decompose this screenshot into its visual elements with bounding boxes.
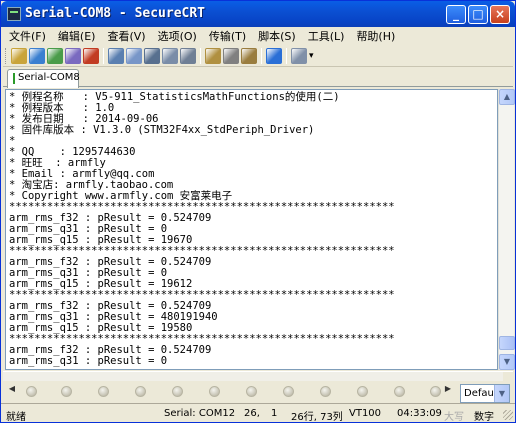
global-options-icon[interactable]: [223, 48, 239, 64]
button-bar: ◀ ▶ Defau ▼: [3, 371, 513, 403]
print-setup-icon-glyph: [162, 48, 178, 64]
tab-serial-com8[interactable]: Serial-COM8: [7, 69, 80, 88]
copy-icon-glyph: [108, 48, 124, 64]
find-icon-glyph: [144, 48, 160, 64]
resize-grip[interactable]: [503, 410, 513, 420]
reconnect-icon-glyph: [65, 48, 81, 64]
connect-tab-icon-glyph: [47, 48, 63, 64]
sftp-icon[interactable]: [291, 48, 307, 64]
status-num: 数字: [474, 412, 494, 423]
menu-help[interactable]: 帮助(H): [350, 28, 401, 45]
find-icon[interactable]: [144, 48, 160, 64]
vertical-scrollbar[interactable]: ▲ ▼: [498, 89, 515, 370]
button-bar-slot[interactable]: [246, 386, 257, 397]
horizontal-scrollbar[interactable]: [3, 372, 503, 381]
status-ready: 就绪: [6, 412, 26, 423]
session-button-select[interactable]: Defau ▼: [460, 384, 510, 403]
toolbar: ▾: [3, 45, 513, 67]
toolbar-separator: [286, 48, 287, 64]
global-options-icon-glyph: [223, 48, 239, 64]
scroll-up-icon[interactable]: ▲: [499, 89, 515, 105]
menu-file[interactable]: 文件(F): [3, 28, 52, 45]
disconnect-icon[interactable]: [83, 48, 99, 64]
status-col: 1: [271, 408, 278, 419]
button-bar-left-icon[interactable]: ◀: [5, 383, 19, 395]
button-bar-slot[interactable]: [357, 386, 368, 397]
more-icon-glyph: ▾: [309, 51, 314, 61]
menu-bar: 文件(F) 编辑(E) 查看(V) 选项(O) 传输(T) 脚本(S) 工具(L…: [3, 28, 513, 45]
menu-script[interactable]: 脚本(S): [252, 28, 302, 45]
securecrt-window: Serial-COM8 - SecureCRT _ □ × 文件(F) 编辑(E…: [0, 0, 516, 423]
help-icon-glyph: [266, 48, 282, 64]
status-rows-cols: 26行, 73列: [291, 412, 343, 423]
session-select-value: Defau: [464, 388, 494, 399]
scroll-thumb[interactable]: [499, 336, 515, 350]
status-emulation: VT100: [349, 408, 382, 419]
session-options-icon[interactable]: [205, 48, 221, 64]
button-bar-slot[interactable]: [135, 386, 146, 397]
window-title: Serial-COM8 - SecureCRT: [25, 6, 206, 21]
print-setup-icon[interactable]: [162, 48, 178, 64]
toolbar-separator: [261, 48, 262, 64]
connect-tab-icon[interactable]: [47, 48, 63, 64]
menu-options[interactable]: 选项(O): [152, 28, 203, 45]
tab-label: Serial-COM8: [18, 72, 80, 83]
terminal-output[interactable]: * 例程名称 : V5-911_StatisticsMathFunctions的…: [5, 89, 498, 370]
quick-connect-icon-glyph: [29, 48, 45, 64]
terminal-line: arm_rms_q31 : pResult = 0: [9, 355, 168, 367]
button-bar-right-icon[interactable]: ▶: [441, 383, 455, 395]
button-bar-slot[interactable]: [394, 386, 405, 397]
title-bar[interactable]: Serial-COM8 - SecureCRT _ □ ×: [1, 1, 515, 27]
more-icon[interactable]: ▾: [309, 48, 325, 64]
button-bar-slot[interactable]: [61, 386, 72, 397]
button-bar-slot[interactable]: [283, 386, 294, 397]
scroll-down-icon[interactable]: ▼: [499, 354, 515, 370]
toolbar-grip[interactable]: [5, 48, 8, 64]
disconnect-icon-glyph: [83, 48, 99, 64]
status-row: 26,: [244, 408, 260, 419]
key-map-icon-glyph: [241, 48, 257, 64]
chevron-down-icon[interactable]: ▼: [494, 385, 509, 402]
toolbar-separator: [200, 48, 201, 64]
menu-transfer[interactable]: 传输(T): [203, 28, 252, 45]
securecrt-app-icon[interactable]: [7, 7, 21, 21]
button-bar-slot[interactable]: [209, 386, 220, 397]
menu-tools[interactable]: 工具(L): [302, 28, 351, 45]
status-connection: Serial: COM12: [164, 408, 236, 419]
minimize-button[interactable]: _: [446, 5, 466, 24]
button-bar-slot[interactable]: [172, 386, 183, 397]
button-bar-slot[interactable]: [98, 386, 109, 397]
menu-edit[interactable]: 编辑(E): [52, 28, 102, 45]
session-options-icon-glyph: [205, 48, 221, 64]
connected-status-icon: [13, 73, 15, 84]
status-caps: 大写: [444, 412, 464, 423]
maximize-button[interactable]: □: [468, 5, 488, 24]
button-bar-slot[interactable]: [430, 386, 441, 397]
paste-icon[interactable]: [126, 48, 142, 64]
status-time: 04:33:09: [397, 408, 442, 419]
print-icon-glyph: [180, 48, 196, 64]
key-map-icon[interactable]: [241, 48, 257, 64]
status-bar: 就绪 Serial: COM12 26, 1 26行, 73列 VT100 04…: [1, 403, 515, 423]
help-icon[interactable]: [266, 48, 282, 64]
session-tab-strip: Serial-COM8: [3, 67, 513, 88]
copy-icon[interactable]: [108, 48, 124, 64]
toolbar-separator: [103, 48, 104, 64]
connect-icon[interactable]: [11, 48, 27, 64]
close-button[interactable]: ×: [490, 5, 510, 24]
button-bar-slot[interactable]: [26, 386, 37, 397]
reconnect-icon[interactable]: [65, 48, 81, 64]
sftp-icon-glyph: [291, 48, 307, 64]
menu-view[interactable]: 查看(V): [101, 28, 151, 45]
connect-icon-glyph: [11, 48, 27, 64]
paste-icon-glyph: [126, 48, 142, 64]
quick-connect-icon[interactable]: [29, 48, 45, 64]
terminal-line: * 固件库版本 : V1.3.0 (STM32F4xx_StdPeriph_Dr…: [9, 124, 315, 136]
print-icon[interactable]: [180, 48, 196, 64]
button-bar-slot[interactable]: [320, 386, 331, 397]
